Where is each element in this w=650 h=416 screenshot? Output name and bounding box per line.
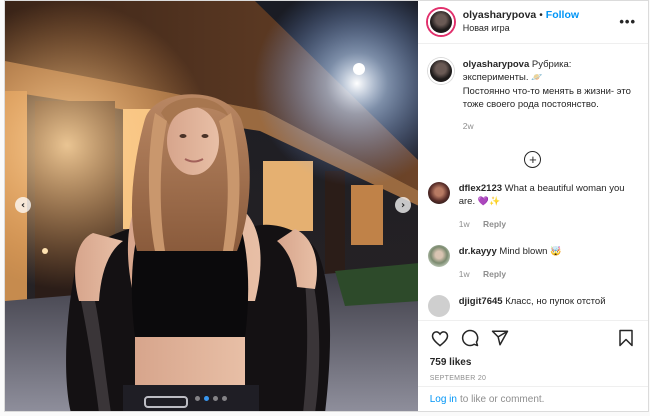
like-button[interactable]: [430, 328, 450, 348]
comment-username[interactable]: djigit7645: [459, 296, 503, 307]
next-slide-button[interactable]: ›: [395, 197, 411, 213]
slide-dot-active: [204, 396, 210, 401]
login-prompt-text: to like or comment.: [459, 393, 545, 405]
slide-indicator: [5, 396, 418, 401]
comment-item: dflex2123 What a beautiful woman you are…: [418, 182, 648, 231]
comments-section[interactable]: olyasharypova Рубрика: эксперименты. 🪐 П…: [418, 44, 648, 320]
comment-age[interactable]: 1w: [459, 269, 470, 279]
more-icon: •••: [619, 14, 636, 29]
commenter-avatar[interactable]: [427, 245, 450, 267]
comment-icon: [461, 329, 479, 347]
comment-button[interactable]: [460, 328, 480, 348]
post-caption: olyasharypova Рубрика: эксперименты. 🪐 П…: [418, 44, 648, 133]
slide-dot: [213, 396, 219, 401]
comment-username[interactable]: dr.kayyy: [459, 246, 497, 257]
slide-dot: [222, 396, 228, 401]
post-location[interactable]: Новая игра: [463, 22, 579, 35]
likes-count[interactable]: 759 likes: [430, 357, 636, 368]
post-media[interactable]: ‹ ›: [5, 1, 418, 411]
chevron-right-icon: ›: [400, 199, 406, 211]
bookmark-icon: [619, 329, 633, 347]
instagram-post: ‹ › olyasharypova • Follow Новая игра •••: [4, 0, 649, 412]
caption-avatar[interactable]: [427, 58, 454, 84]
comment-emoji: 🤯: [550, 247, 562, 257]
caption-emoji: 🪐: [531, 73, 543, 83]
comment-emoji: 💜✨: [477, 197, 501, 207]
chevron-left-icon: ‹: [20, 199, 26, 211]
separator-dot: •: [539, 10, 543, 21]
comment-username[interactable]: dflex2123: [459, 183, 502, 194]
share-button[interactable]: [490, 328, 510, 348]
post-photo: [5, 1, 418, 411]
login-link[interactable]: Log in: [430, 394, 457, 405]
post-side-panel: olyasharypova • Follow Новая игра ••• olya…: [417, 1, 648, 411]
comment-item: dr.kayyy Mind blown 🤯 1w Reply: [418, 245, 648, 281]
post-header: olyasharypova • Follow Новая игра •••: [417, 1, 648, 44]
load-more-comments-button[interactable]: +: [418, 151, 648, 168]
comment-text: Класс, но пупок отстой: [505, 296, 606, 307]
commenter-avatar[interactable]: [427, 295, 450, 317]
login-prompt: Log in to like or comment.: [417, 386, 648, 411]
reply-button[interactable]: Reply: [483, 269, 506, 279]
caption-age[interactable]: 2w: [463, 121, 474, 131]
caption-body: Постоянно что-то менять в жизни- это тож…: [462, 86, 631, 110]
caption-username[interactable]: olyasharypova: [463, 59, 530, 70]
more-options-button[interactable]: •••: [619, 14, 636, 29]
comment-item: djigit7645 Класс, но пупок отстой: [418, 295, 648, 317]
reply-button[interactable]: Reply: [483, 219, 506, 229]
action-bar: [430, 321, 636, 355]
comment-text: Mind blown: [499, 246, 548, 257]
author-avatar[interactable]: [427, 9, 454, 35]
post-footer: 759 likes SEPTEMBER 20: [417, 320, 648, 382]
commenter-avatar[interactable]: [427, 182, 450, 204]
prev-slide-button[interactable]: ‹: [15, 197, 31, 213]
post-date[interactable]: SEPTEMBER 20: [430, 375, 636, 382]
plus-circle-icon: +: [524, 151, 542, 168]
share-icon: [491, 330, 508, 346]
follow-button[interactable]: Follow: [546, 9, 579, 21]
heart-icon: [431, 330, 448, 347]
slide-dot: [195, 396, 201, 401]
author-username[interactable]: olyasharypova: [463, 9, 537, 21]
comment-age[interactable]: 1w: [459, 219, 470, 229]
save-button[interactable]: [616, 328, 636, 348]
